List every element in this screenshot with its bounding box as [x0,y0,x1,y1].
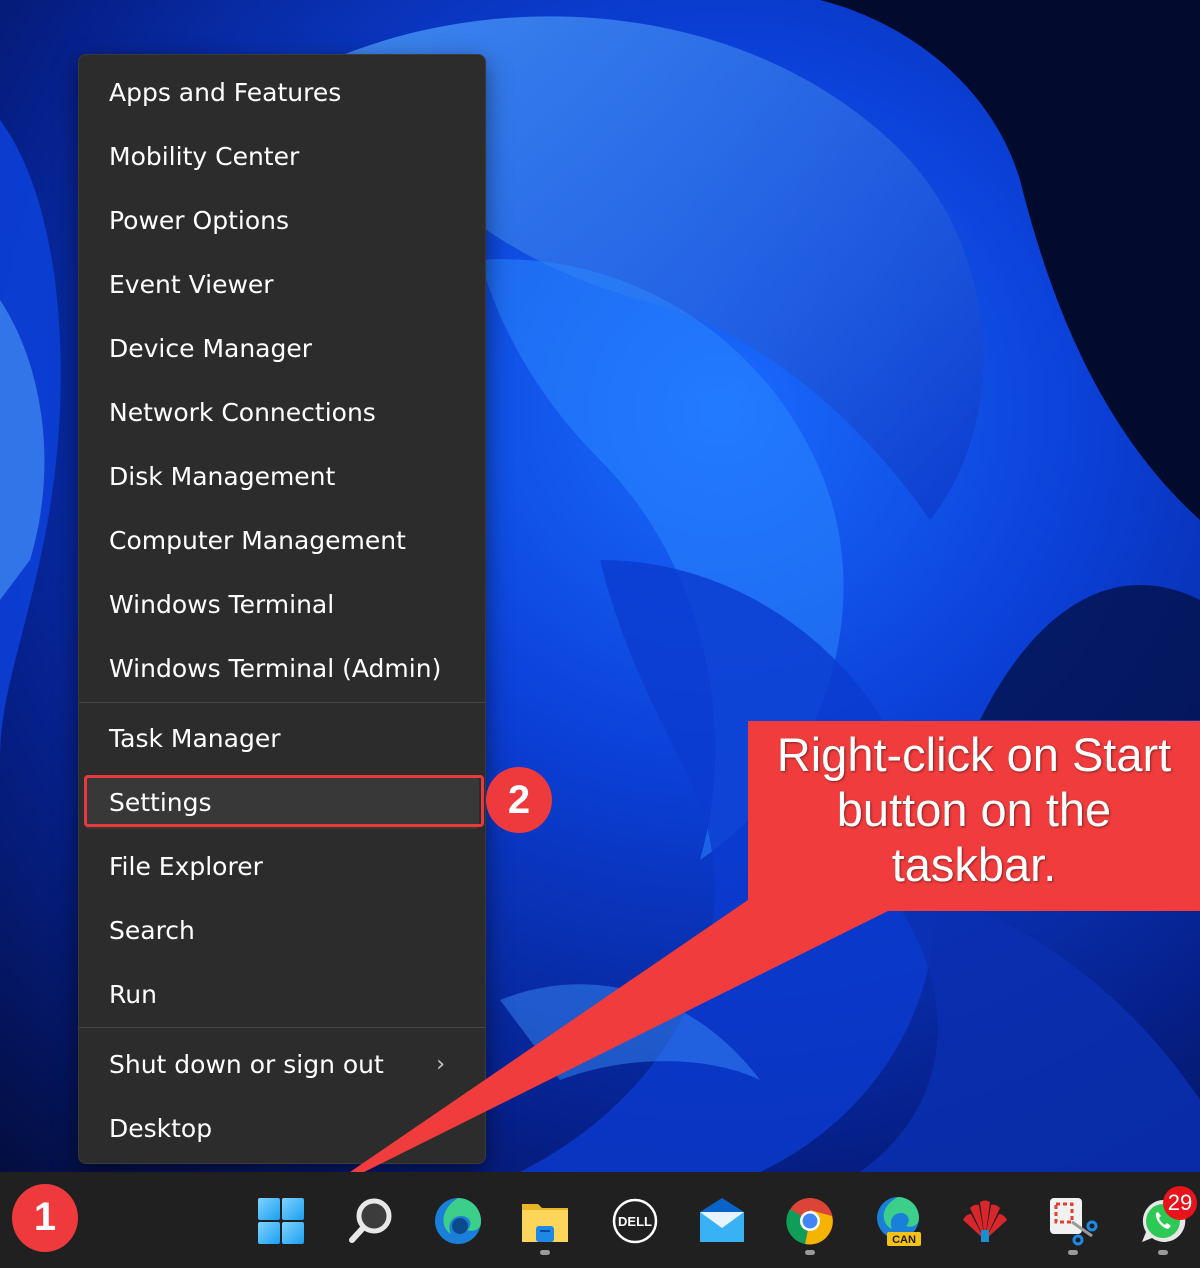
edge-canary-icon[interactable]: CAN [873,1196,923,1246]
menu-separator [79,702,485,703]
edge-icon[interactable] [433,1196,483,1246]
search-icon[interactable] [345,1196,395,1246]
menu-item-computer-management[interactable]: Computer Management [85,515,479,567]
menu-item-label: Run [109,980,157,1009]
folder-icon[interactable] [520,1196,570,1246]
whatsapp-notification-badge: 29 [1163,1186,1197,1220]
running-indicator [1068,1250,1078,1255]
menu-item-apps-and-features[interactable]: Apps and Features [85,67,479,119]
menu-item-shut-down-or-sign-out[interactable]: Shut down or sign out › [85,1039,479,1091]
callout-line: taskbar. [891,838,1057,891]
menu-item-label: Search [109,916,195,945]
instruction-callout-text: Right-click on Start button on the taskb… [748,727,1200,892]
running-indicator [1158,1250,1168,1255]
menu-item-label: Computer Management [109,526,406,555]
menu-item-task-manager[interactable]: Task Manager [85,713,479,765]
menu-item-label: Event Viewer [109,270,274,299]
menu-item-label: Task Manager [109,724,281,753]
menu-item-network-connections[interactable]: Network Connections [85,387,479,439]
chevron-right-icon: › [436,1052,445,1077]
dell-icon[interactable]: DELL [610,1196,660,1246]
start-context-menu: Apps and Features Mobility Center Power … [78,54,486,1164]
snipping-tool-icon[interactable] [1048,1196,1098,1246]
menu-item-label: Network Connections [109,398,376,427]
menu-item-label: Disk Management [109,462,336,491]
menu-item-event-viewer[interactable]: Event Viewer [85,259,479,311]
menu-item-device-manager[interactable]: Device Manager [85,323,479,375]
huawei-icon[interactable] [960,1196,1010,1246]
running-indicator [805,1250,815,1255]
step-2-badge: 2 [486,767,552,833]
step-1-badge: 1 [12,1184,78,1252]
menu-separator [79,1027,485,1028]
menu-item-label: Windows Terminal [109,590,335,619]
menu-item-file-explorer[interactable]: File Explorer [85,841,479,893]
running-indicator [540,1250,550,1255]
menu-item-label: Device Manager [109,334,313,363]
menu-item-label: Desktop [109,1114,213,1143]
menu-item-label: Windows Terminal (Admin) [109,654,442,683]
menu-item-desktop[interactable]: Desktop [85,1103,479,1155]
menu-item-search[interactable]: Search [85,905,479,957]
chrome-icon[interactable] [785,1196,835,1246]
callout-line: button on the [836,783,1112,836]
menu-item-label: Power Options [109,206,289,235]
menu-item-run[interactable]: Run [85,969,479,1021]
settings-highlight-box [84,775,484,827]
menu-item-label: File Explorer [109,852,263,881]
taskbar: DELL CAN [0,1172,1200,1268]
menu-item-windows-terminal-admin[interactable]: Windows Terminal (Admin) [85,643,479,695]
menu-item-label: Mobility Center [109,142,300,171]
menu-item-disk-management[interactable]: Disk Management [85,451,479,503]
edge-canary-label: CAN [892,1234,916,1246]
menu-item-power-options[interactable]: Power Options [85,195,479,247]
menu-item-windows-terminal[interactable]: Windows Terminal [85,579,479,631]
callout-line: Right-click on Start [776,728,1172,781]
svg-text:DELL: DELL [618,1214,652,1229]
menu-item-label: Apps and Features [109,78,342,107]
menu-item-mobility-center[interactable]: Mobility Center [85,131,479,183]
windows-logo-icon[interactable] [256,1196,306,1246]
menu-item-label: Shut down or sign out [109,1050,384,1079]
mail-icon[interactable] [697,1196,747,1246]
